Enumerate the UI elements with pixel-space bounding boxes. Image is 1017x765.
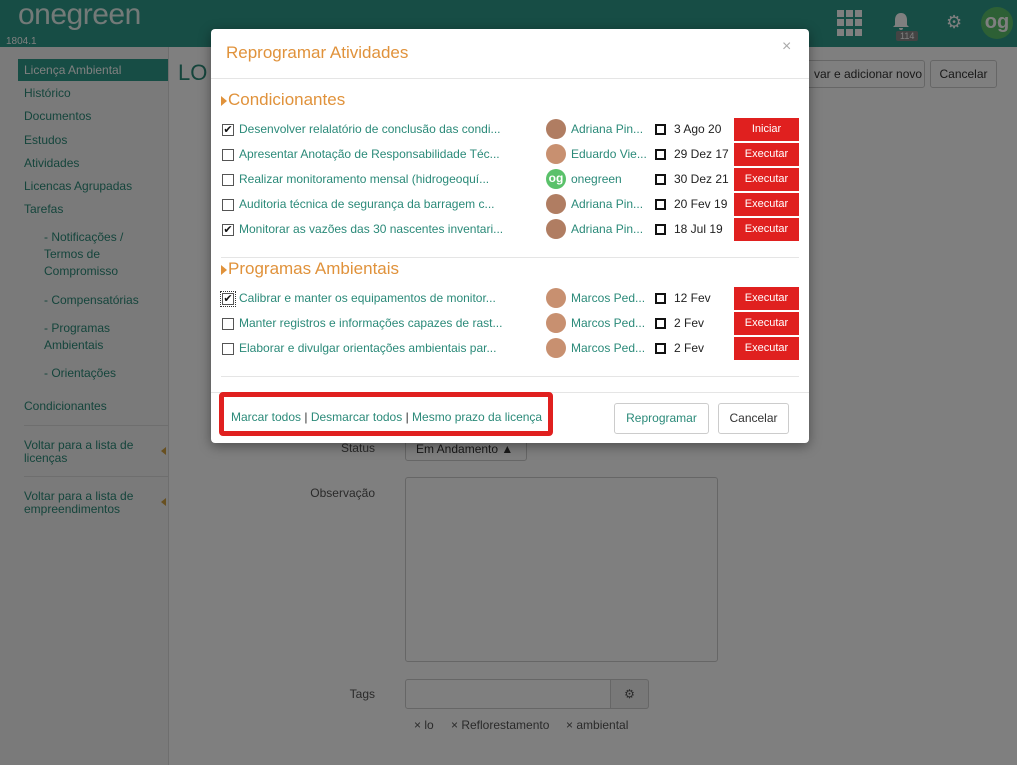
activity-title[interactable]: Monitorar as vazões das 30 nascentes inv… [239, 222, 521, 236]
responsible-name[interactable]: Adriana Pin... [571, 197, 646, 211]
activity-checkbox[interactable]: ✔ [222, 124, 234, 136]
activity-checkbox[interactable] [222, 318, 234, 330]
due-date: 3 Ago 20 [674, 122, 722, 136]
activity-title[interactable]: Realizar monitoramento mensal (hidrogeoq… [239, 172, 521, 186]
responsible-avatar [546, 288, 566, 308]
activity-action-button[interactable]: Executar [734, 218, 799, 241]
activity-row: ✔ Monitorar as vazões das 30 nascentes in… [221, 218, 801, 242]
activity-checkbox[interactable] [222, 199, 234, 211]
activity-title[interactable]: Calibrar e manter os equipamentos de mon… [239, 291, 521, 305]
activity-row: Elaborar e divulgar orientações ambienta… [221, 337, 801, 361]
responsible-name[interactable]: Eduardo Vie... [571, 147, 646, 161]
responsible-avatar [546, 313, 566, 333]
activity-action-button[interactable]: Executar [734, 287, 799, 310]
modal-cancel-button[interactable]: Cancelar [718, 403, 789, 434]
due-date: 2 Fev [674, 316, 705, 330]
responsible-avatar [546, 219, 566, 239]
activity-action-button[interactable]: Iniciar [734, 118, 799, 141]
activity-row: Realizar monitoramento mensal (hidrogeoq… [221, 168, 801, 192]
highlight-box [219, 392, 553, 436]
date-checkbox[interactable] [655, 124, 666, 135]
responsible-name[interactable]: onegreen [571, 172, 646, 186]
activity-row: ✔ Desenvolver relalatório de conclusão da… [221, 118, 801, 142]
due-date: 30 Dez 21 [674, 172, 729, 186]
responsible-avatar [546, 119, 566, 139]
due-date: 12 Fev [674, 291, 711, 305]
reprogram-button[interactable]: Reprogramar [614, 403, 709, 434]
responsible-name[interactable]: Marcos Ped... [571, 341, 646, 355]
activity-checkbox[interactable] [222, 149, 234, 161]
close-icon[interactable]: × [782, 38, 791, 56]
activity-action-button[interactable]: Executar [734, 193, 799, 216]
activity-row: Manter registros e informações capazes d… [221, 312, 801, 336]
activity-checkbox[interactable]: ✔ [222, 224, 234, 236]
divider [221, 376, 799, 377]
date-checkbox[interactable] [655, 343, 666, 354]
date-checkbox[interactable] [655, 199, 666, 210]
responsible-avatar: og [546, 169, 566, 189]
responsible-avatar [546, 338, 566, 358]
activity-title[interactable]: Elaborar e divulgar orientações ambienta… [239, 341, 521, 355]
activity-title[interactable]: Auditoria técnica de segurança da barrag… [239, 197, 521, 211]
due-date: 20 Fev 19 [674, 197, 728, 211]
responsible-name[interactable]: Adriana Pin... [571, 122, 646, 136]
activity-action-button[interactable]: Executar [734, 337, 799, 360]
activity-title[interactable]: Apresentar Anotação de Responsabilidade … [239, 147, 521, 161]
activity-action-button[interactable]: Executar [734, 168, 799, 191]
caret-right-icon [221, 95, 227, 106]
responsible-name[interactable]: Adriana Pin... [571, 222, 646, 236]
activity-title[interactable]: Manter registros e informações capazes d… [239, 316, 521, 330]
modal-title: Reprogramar Atividades [226, 43, 409, 62]
date-checkbox[interactable] [655, 293, 666, 304]
responsible-name[interactable]: Marcos Ped... [571, 291, 646, 305]
divider [211, 78, 809, 79]
reprogram-modal: Reprogramar Atividades × Condicionantes … [211, 29, 809, 443]
activity-checkbox[interactable] [222, 343, 234, 355]
activity-action-button[interactable]: Executar [734, 312, 799, 335]
due-date: 18 Jul 19 [674, 222, 723, 236]
activity-checkbox[interactable] [222, 174, 234, 186]
activity-title[interactable]: Desenvolver relalatório de conclusão das… [239, 122, 521, 136]
activity-row: ✔ Calibrar e manter os equipamentos de mo… [220, 287, 801, 311]
due-date: 29 Dez 17 [674, 147, 729, 161]
due-date: 2 Fev [674, 341, 705, 355]
caret-right-icon [221, 264, 227, 275]
responsible-avatar [546, 194, 566, 214]
responsible-name[interactable]: Marcos Ped... [571, 316, 646, 330]
activity-checkbox[interactable]: ✔ [220, 291, 236, 307]
activity-row: Apresentar Anotação de Responsabilidade … [221, 143, 801, 167]
date-checkbox[interactable] [655, 149, 666, 160]
activity-row: Auditoria técnica de segurança da barrag… [221, 193, 801, 217]
date-checkbox[interactable] [655, 174, 666, 185]
divider [221, 257, 799, 258]
section-title-programas-ambientais[interactable]: Programas Ambientais [221, 259, 399, 279]
activity-action-button[interactable]: Executar [734, 143, 799, 166]
date-checkbox[interactable] [655, 224, 666, 235]
responsible-avatar [546, 144, 566, 164]
date-checkbox[interactable] [655, 318, 666, 329]
section-title-condicionantes[interactable]: Condicionantes [221, 90, 345, 110]
